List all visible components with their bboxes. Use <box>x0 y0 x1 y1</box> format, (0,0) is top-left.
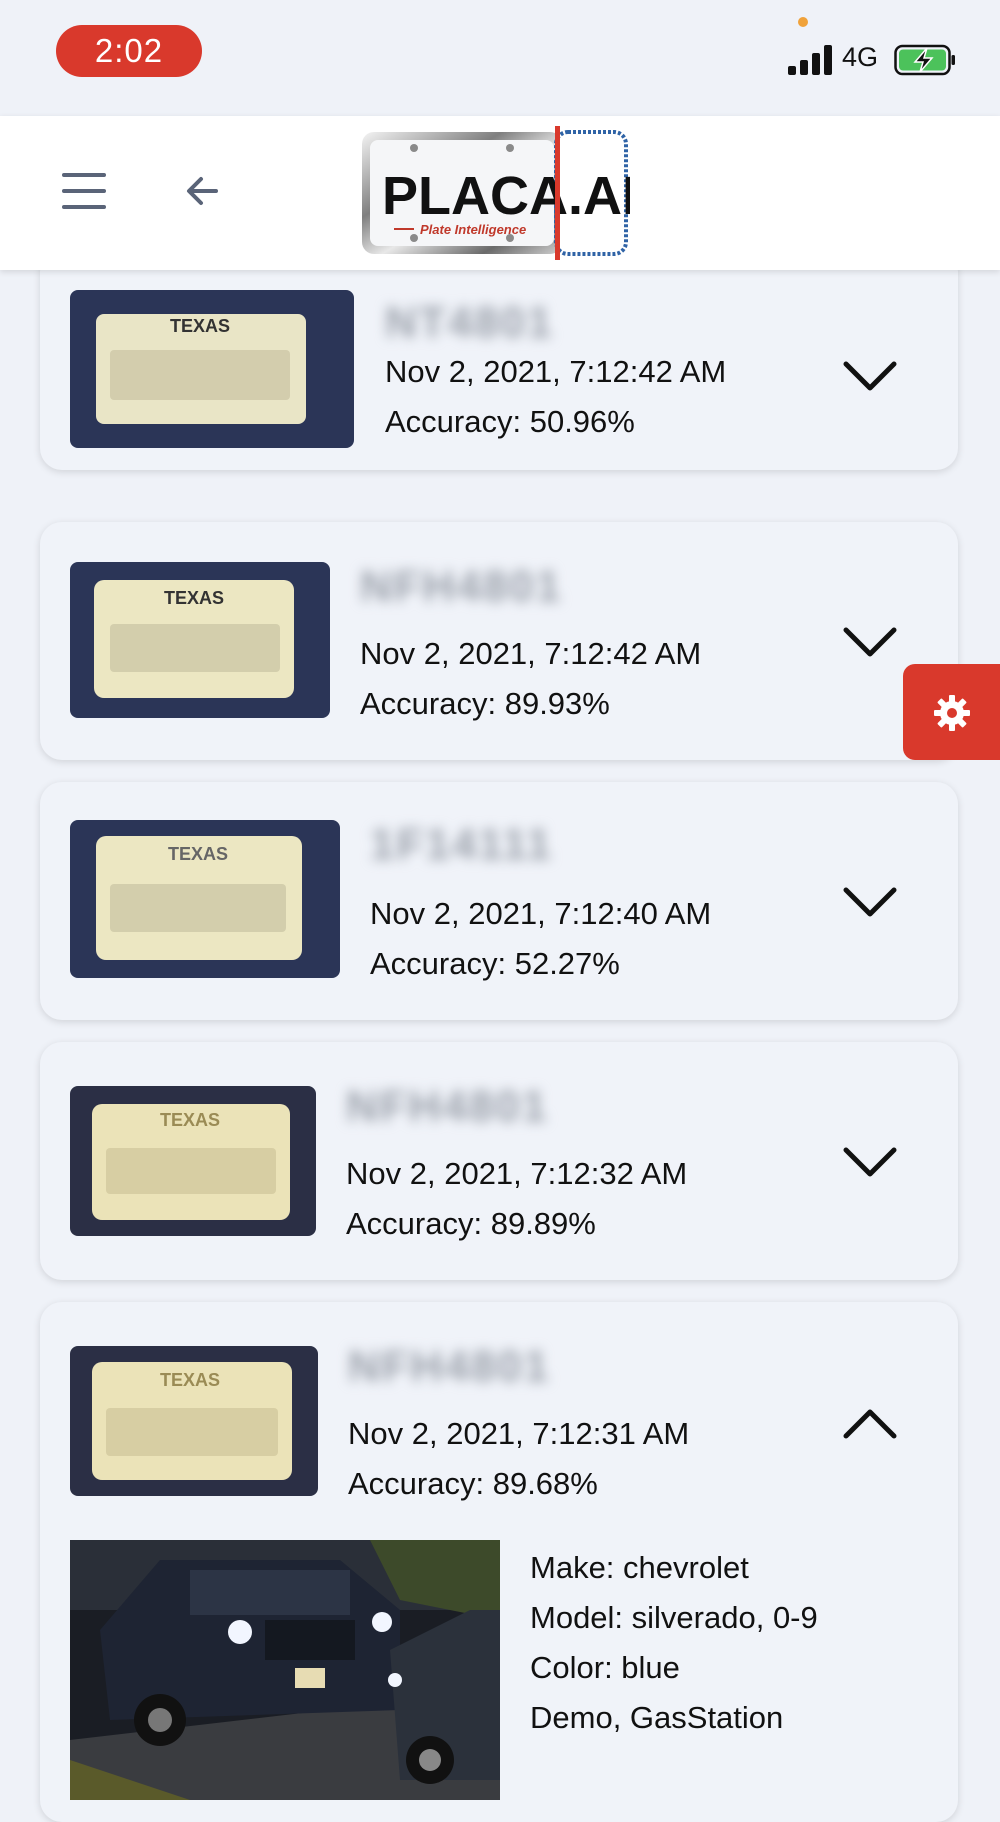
capture-datetime: Nov 2, 2021, 7:12:40 AM <box>370 896 712 931</box>
chevron-up-icon <box>843 1409 897 1439</box>
plate-thumbnail: TEXAS <box>70 562 330 718</box>
svg-text:TEXAS: TEXAS <box>160 1110 220 1130</box>
plate-number: NT4801 <box>385 298 554 347</box>
expand-button[interactable] <box>842 358 898 394</box>
camera-tags: Demo, GasStation <box>530 1700 784 1735</box>
network-type: 4G <box>842 42 879 72</box>
plate-result-card[interactable]: TEXAS NFH4801 Nov 2, 2021, 7:12:32 AM Ac… <box>40 1042 958 1280</box>
hamburger-icon <box>62 173 106 177</box>
plate-result-card[interactable]: TEXAS NFH4801 Nov 2, 2021, 7:12:42 AM Ac… <box>40 522 958 760</box>
plate-number: 1F14111 <box>370 820 553 869</box>
plate-number: NFH4801 <box>360 562 563 611</box>
expand-button[interactable] <box>842 624 898 660</box>
accuracy-label: Accuracy: 89.93% <box>360 686 610 721</box>
status-time: 2:02 <box>56 25 202 77</box>
capture-datetime: Nov 2, 2021, 7:12:42 AM <box>360 636 702 671</box>
menu-button[interactable] <box>60 171 108 211</box>
cellular-signal-icon <box>788 45 834 75</box>
plate-thumbnail: TEXAS <box>70 290 354 448</box>
status-bar: 2:02 4G <box>0 0 1000 116</box>
plate-result-card[interactable]: TEXAS 1F14111 Nov 2, 2021, 7:12:40 AM Ac… <box>40 782 958 1020</box>
vehicle-make: Make: chevrolet <box>530 1550 749 1585</box>
vehicle-model: Model: silverado, 0-9 <box>530 1600 818 1635</box>
svg-text:Plate Intelligence: Plate Intelligence <box>420 222 526 237</box>
plate-thumbnail: TEXAS <box>70 1346 318 1496</box>
gear-icon <box>934 695 970 731</box>
arrow-left-icon <box>187 177 218 205</box>
accuracy-label: Accuracy: 89.68% <box>348 1466 598 1501</box>
svg-text:TEXAS: TEXAS <box>170 316 230 336</box>
capture-datetime: Nov 2, 2021, 7:12:42 AM <box>385 354 727 389</box>
back-button[interactable] <box>180 168 226 214</box>
chevron-down-icon <box>843 1147 897 1177</box>
chevron-down-icon <box>843 887 897 917</box>
plate-thumbnail: TEXAS <box>70 1086 316 1236</box>
expand-button[interactable] <box>842 884 898 920</box>
plate-number: NFH4801 <box>346 1082 549 1131</box>
accuracy-label: Accuracy: 89.89% <box>346 1206 596 1241</box>
svg-text:TEXAS: TEXAS <box>168 844 228 864</box>
svg-text:TEXAS: TEXAS <box>164 588 224 608</box>
plate-number: NFH4801 <box>348 1342 551 1391</box>
svg-text:TEXAS: TEXAS <box>160 1370 220 1390</box>
accuracy-label: Accuracy: 50.96% <box>385 404 635 439</box>
accuracy-label: Accuracy: 52.27% <box>370 946 620 981</box>
vehicle-photo <box>70 1540 500 1800</box>
plate-results-list: TEXAS NT4801 Nov 2, 2021, 7:12:42 AM Acc… <box>0 250 1000 1822</box>
collapse-button[interactable] <box>842 1406 898 1442</box>
plate-thumbnail: TEXAS <box>70 820 340 978</box>
app-logo: PLACA.AI Plate Intelligence <box>362 126 630 260</box>
privacy-indicator-dot <box>798 17 808 27</box>
vehicle-color: Color: blue <box>530 1650 680 1685</box>
settings-button[interactable] <box>903 664 1000 760</box>
capture-datetime: Nov 2, 2021, 7:12:31 AM <box>348 1416 690 1451</box>
chevron-down-icon <box>843 627 897 657</box>
expand-button[interactable] <box>842 1144 898 1180</box>
plate-result-card-expanded[interactable]: TEXAS NFH4801 Nov 2, 2021, 7:12:31 AM Ac… <box>40 1302 958 1822</box>
capture-datetime: Nov 2, 2021, 7:12:32 AM <box>346 1156 688 1191</box>
svg-text:PLACA.AI: PLACA.AI <box>382 166 630 226</box>
battery-charging-icon <box>894 44 955 76</box>
app-header: PLACA.AI Plate Intelligence <box>0 116 1000 270</box>
plate-result-card[interactable]: TEXAS NT4801 Nov 2, 2021, 7:12:42 AM Acc… <box>40 250 958 470</box>
chevron-down-icon <box>843 361 897 391</box>
